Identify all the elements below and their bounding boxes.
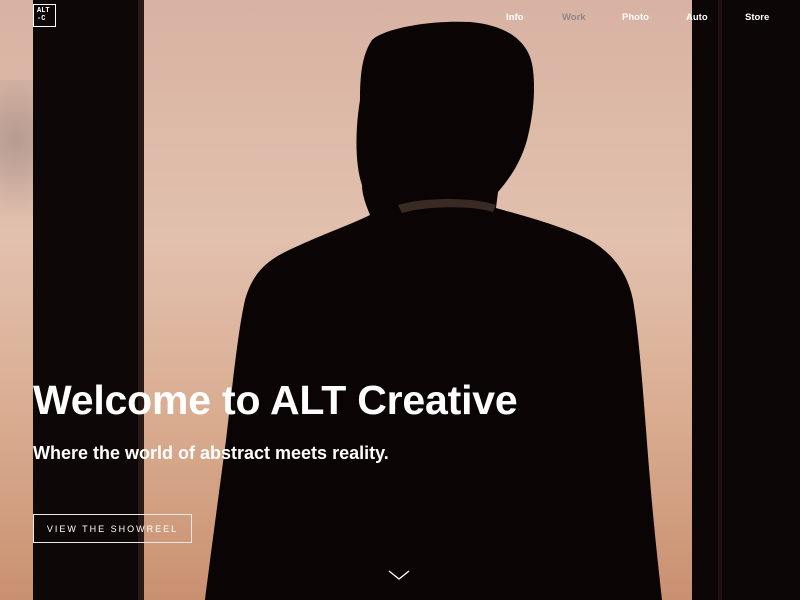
site-logo[interactable]: ALT -C bbox=[33, 4, 56, 27]
hero-title: Welcome to ALT Creative bbox=[33, 377, 518, 423]
hero-background-image bbox=[0, 0, 800, 600]
logo-line-2: -C bbox=[37, 15, 46, 23]
nav-item-store[interactable]: Store bbox=[745, 12, 769, 23]
left-window-pillar bbox=[33, 0, 143, 600]
nav-item-photo[interactable]: Photo bbox=[622, 12, 649, 23]
chevron-down-icon[interactable] bbox=[387, 568, 411, 582]
logo-line-1: ALT bbox=[37, 7, 50, 15]
nav-item-auto[interactable]: Auto bbox=[686, 12, 708, 23]
hero-section: ALT -C Info Work Photo Auto Store Welcom… bbox=[0, 0, 800, 600]
nav-item-work[interactable]: Work bbox=[562, 12, 586, 23]
right-pillar-inner bbox=[718, 0, 722, 600]
nav-item-info[interactable]: Info bbox=[506, 12, 523, 23]
hero-subtitle: Where the world of abstract meets realit… bbox=[33, 443, 389, 463]
left-pillar-highlight bbox=[138, 0, 144, 600]
right-window-pillar bbox=[692, 0, 800, 600]
view-showreel-button[interactable]: VIEW THE SHOWREEL bbox=[33, 514, 192, 543]
